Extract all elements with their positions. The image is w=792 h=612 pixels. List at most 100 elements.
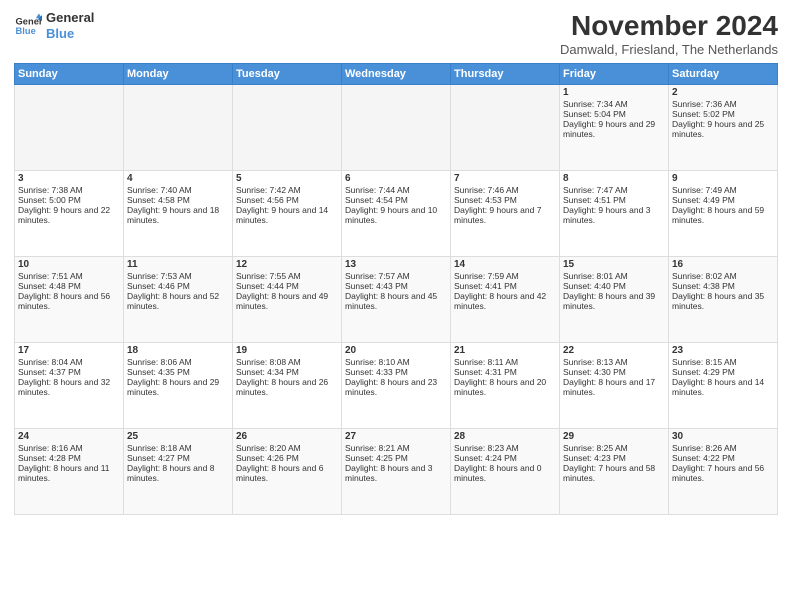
logo-icon: General Blue	[14, 12, 42, 40]
day-number: 25	[127, 431, 229, 442]
day-info: Sunrise: 8:16 AMSunset: 4:28 PMDaylight:…	[18, 443, 110, 483]
calendar-cell-0-3	[342, 85, 451, 171]
calendar-cell-0-0	[15, 85, 124, 171]
day-number: 14	[454, 259, 556, 270]
day-info: Sunrise: 8:10 AMSunset: 4:33 PMDaylight:…	[345, 357, 437, 397]
day-number: 19	[236, 345, 338, 356]
calendar-cell-3-2: 19Sunrise: 8:08 AMSunset: 4:34 PMDayligh…	[233, 343, 342, 429]
calendar-cell-3-3: 20Sunrise: 8:10 AMSunset: 4:33 PMDayligh…	[342, 343, 451, 429]
day-number: 23	[672, 345, 774, 356]
header-thursday: Thursday	[451, 64, 560, 85]
day-info: Sunrise: 7:38 AMSunset: 5:00 PMDaylight:…	[18, 185, 110, 225]
header-monday: Monday	[124, 64, 233, 85]
day-info: Sunrise: 7:53 AMSunset: 4:46 PMDaylight:…	[127, 271, 219, 311]
calendar-cell-3-5: 22Sunrise: 8:13 AMSunset: 4:30 PMDayligh…	[560, 343, 669, 429]
calendar-cell-2-5: 15Sunrise: 8:01 AMSunset: 4:40 PMDayligh…	[560, 257, 669, 343]
day-info: Sunrise: 8:18 AMSunset: 4:27 PMDaylight:…	[127, 443, 214, 483]
day-info: Sunrise: 7:47 AMSunset: 4:51 PMDaylight:…	[563, 185, 650, 225]
day-info: Sunrise: 7:55 AMSunset: 4:44 PMDaylight:…	[236, 271, 328, 311]
calendar-cell-1-6: 9Sunrise: 7:49 AMSunset: 4:49 PMDaylight…	[669, 171, 778, 257]
calendar-cell-0-5: 1Sunrise: 7:34 AMSunset: 5:04 PMDaylight…	[560, 85, 669, 171]
day-info: Sunrise: 8:11 AMSunset: 4:31 PMDaylight:…	[454, 357, 546, 397]
header-friday: Friday	[560, 64, 669, 85]
calendar-cell-2-0: 10Sunrise: 7:51 AMSunset: 4:48 PMDayligh…	[15, 257, 124, 343]
month-title: November 2024	[560, 10, 778, 42]
day-number: 10	[18, 259, 120, 270]
calendar-cell-1-4: 7Sunrise: 7:46 AMSunset: 4:53 PMDaylight…	[451, 171, 560, 257]
day-number: 2	[672, 87, 774, 98]
day-number: 26	[236, 431, 338, 442]
calendar-cell-4-4: 28Sunrise: 8:23 AMSunset: 4:24 PMDayligh…	[451, 429, 560, 515]
day-number: 20	[345, 345, 447, 356]
calendar-cell-4-1: 25Sunrise: 8:18 AMSunset: 4:27 PMDayligh…	[124, 429, 233, 515]
day-number: 13	[345, 259, 447, 270]
day-info: Sunrise: 8:04 AMSunset: 4:37 PMDaylight:…	[18, 357, 110, 397]
calendar-week-0: 1Sunrise: 7:34 AMSunset: 5:04 PMDaylight…	[15, 85, 778, 171]
day-number: 8	[563, 173, 665, 184]
logo: General Blue General Blue	[14, 10, 94, 41]
day-number: 18	[127, 345, 229, 356]
day-number: 30	[672, 431, 774, 442]
header: General Blue General Blue November 2024 …	[14, 10, 778, 57]
calendar-week-3: 17Sunrise: 8:04 AMSunset: 4:37 PMDayligh…	[15, 343, 778, 429]
day-info: Sunrise: 8:15 AMSunset: 4:29 PMDaylight:…	[672, 357, 764, 397]
calendar-cell-3-4: 21Sunrise: 8:11 AMSunset: 4:31 PMDayligh…	[451, 343, 560, 429]
calendar-cell-1-3: 6Sunrise: 7:44 AMSunset: 4:54 PMDaylight…	[342, 171, 451, 257]
day-info: Sunrise: 7:51 AMSunset: 4:48 PMDaylight:…	[18, 271, 110, 311]
header-sunday: Sunday	[15, 64, 124, 85]
day-number: 29	[563, 431, 665, 442]
calendar-cell-0-2	[233, 85, 342, 171]
day-number: 15	[563, 259, 665, 270]
calendar-cell-0-6: 2Sunrise: 7:36 AMSunset: 5:02 PMDaylight…	[669, 85, 778, 171]
header-wednesday: Wednesday	[342, 64, 451, 85]
day-number: 4	[127, 173, 229, 184]
calendar-cell-3-0: 17Sunrise: 8:04 AMSunset: 4:37 PMDayligh…	[15, 343, 124, 429]
page: General Blue General Blue November 2024 …	[0, 0, 792, 612]
day-number: 7	[454, 173, 556, 184]
day-number: 12	[236, 259, 338, 270]
day-number: 27	[345, 431, 447, 442]
day-info: Sunrise: 7:36 AMSunset: 5:02 PMDaylight:…	[672, 99, 764, 139]
title-block: November 2024 Damwald, Friesland, The Ne…	[560, 10, 778, 57]
day-info: Sunrise: 7:49 AMSunset: 4:49 PMDaylight:…	[672, 185, 764, 225]
calendar-cell-4-2: 26Sunrise: 8:20 AMSunset: 4:26 PMDayligh…	[233, 429, 342, 515]
logo-line1: General	[46, 10, 94, 26]
calendar-cell-1-5: 8Sunrise: 7:47 AMSunset: 4:51 PMDaylight…	[560, 171, 669, 257]
calendar-cell-2-3: 13Sunrise: 7:57 AMSunset: 4:43 PMDayligh…	[342, 257, 451, 343]
calendar-cell-4-6: 30Sunrise: 8:26 AMSunset: 4:22 PMDayligh…	[669, 429, 778, 515]
calendar-cell-2-1: 11Sunrise: 7:53 AMSunset: 4:46 PMDayligh…	[124, 257, 233, 343]
day-number: 9	[672, 173, 774, 184]
calendar-cell-4-3: 27Sunrise: 8:21 AMSunset: 4:25 PMDayligh…	[342, 429, 451, 515]
day-number: 6	[345, 173, 447, 184]
calendar-week-1: 3Sunrise: 7:38 AMSunset: 5:00 PMDaylight…	[15, 171, 778, 257]
day-number: 1	[563, 87, 665, 98]
day-info: Sunrise: 8:01 AMSunset: 4:40 PMDaylight:…	[563, 271, 655, 311]
day-number: 3	[18, 173, 120, 184]
day-info: Sunrise: 7:42 AMSunset: 4:56 PMDaylight:…	[236, 185, 328, 225]
day-number: 5	[236, 173, 338, 184]
calendar-week-4: 24Sunrise: 8:16 AMSunset: 4:28 PMDayligh…	[15, 429, 778, 515]
calendar-cell-0-4	[451, 85, 560, 171]
subtitle: Damwald, Friesland, The Netherlands	[560, 42, 778, 57]
calendar-cell-3-1: 18Sunrise: 8:06 AMSunset: 4:35 PMDayligh…	[124, 343, 233, 429]
logo-line2: Blue	[46, 26, 74, 41]
header-saturday: Saturday	[669, 64, 778, 85]
day-number: 11	[127, 259, 229, 270]
day-number: 16	[672, 259, 774, 270]
day-info: Sunrise: 8:23 AMSunset: 4:24 PMDaylight:…	[454, 443, 541, 483]
svg-text:Blue: Blue	[16, 25, 36, 35]
logo-text: General Blue	[46, 10, 94, 41]
day-info: Sunrise: 8:26 AMSunset: 4:22 PMDaylight:…	[672, 443, 764, 483]
day-info: Sunrise: 8:25 AMSunset: 4:23 PMDaylight:…	[563, 443, 655, 483]
day-number: 28	[454, 431, 556, 442]
day-info: Sunrise: 7:57 AMSunset: 4:43 PMDaylight:…	[345, 271, 437, 311]
calendar-cell-2-2: 12Sunrise: 7:55 AMSunset: 4:44 PMDayligh…	[233, 257, 342, 343]
day-info: Sunrise: 8:21 AMSunset: 4:25 PMDaylight:…	[345, 443, 432, 483]
calendar-cell-3-6: 23Sunrise: 8:15 AMSunset: 4:29 PMDayligh…	[669, 343, 778, 429]
day-info: Sunrise: 8:08 AMSunset: 4:34 PMDaylight:…	[236, 357, 328, 397]
day-info: Sunrise: 8:13 AMSunset: 4:30 PMDaylight:…	[563, 357, 655, 397]
day-info: Sunrise: 7:40 AMSunset: 4:58 PMDaylight:…	[127, 185, 219, 225]
day-number: 21	[454, 345, 556, 356]
calendar-cell-1-0: 3Sunrise: 7:38 AMSunset: 5:00 PMDaylight…	[15, 171, 124, 257]
calendar-cell-1-1: 4Sunrise: 7:40 AMSunset: 4:58 PMDaylight…	[124, 171, 233, 257]
